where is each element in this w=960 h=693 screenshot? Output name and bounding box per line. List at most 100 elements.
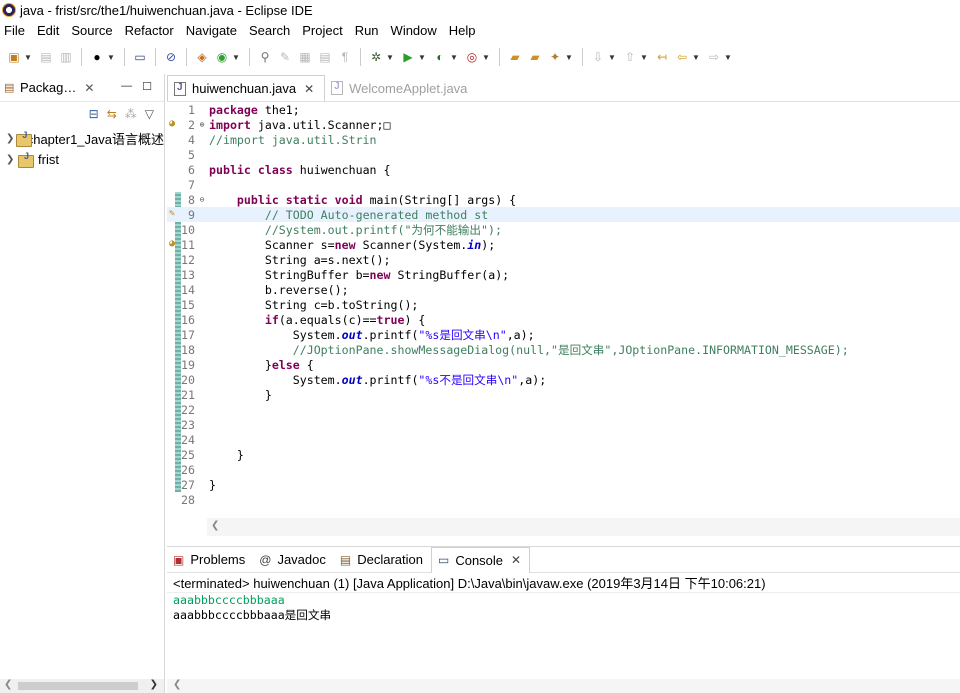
code-line[interactable]: 27} (167, 477, 960, 492)
code-line[interactable]: 16 if(a.equals(c)==true) { (167, 312, 960, 327)
code-line[interactable]: 22 (167, 402, 960, 417)
save-icon[interactable]: ▤ (38, 49, 54, 65)
close-icon[interactable]: ✕ (511, 553, 521, 567)
focus-icon[interactable]: ⁂ (125, 107, 137, 121)
menu-search[interactable]: Search (244, 23, 297, 38)
scroll-right-icon[interactable]: ❯ (150, 679, 158, 690)
profile-dropdown-icon[interactable]: ▼ (107, 53, 115, 62)
code-line[interactable]: 6 public class huiwenchuan { (167, 162, 960, 177)
code-line[interactable]: 8 ⊖ public static void main(String[] args… (167, 192, 960, 207)
external-tools-icon[interactable]: ◎ (464, 49, 480, 65)
code-line[interactable]: 17 System.out.printf("%s是回文串\n",a); (167, 327, 960, 342)
tab-problems[interactable]: ▣ Problems (167, 547, 253, 573)
word-wrap-icon[interactable]: ▦ (297, 49, 313, 65)
console-output[interactable]: aaabbbccccbbbaaa aaabbbccccbbbaaa是回文串 (167, 593, 960, 623)
code-line[interactable]: 2 ⊕ import java.util.Scanner;□ (167, 117, 960, 132)
code-line[interactable]: 28 (167, 492, 960, 507)
menu-project[interactable]: Project (297, 23, 349, 38)
code-line[interactable]: 1 package the1; (167, 102, 960, 117)
code-line[interactable]: 21 } (167, 387, 960, 402)
show-whitespace-icon[interactable]: ¶ (337, 49, 353, 65)
coverage-dropdown-icon[interactable]: ▼ (450, 53, 458, 62)
code-line[interactable]: 5 (167, 147, 960, 162)
close-icon[interactable]: ✕ (84, 81, 94, 95)
tab-declaration[interactable]: ▤ Declaration (334, 547, 431, 573)
close-icon[interactable]: ✕ (304, 82, 314, 96)
debug-icon[interactable]: ✲ (368, 49, 384, 65)
tree-item-frist[interactable]: ❯ frist (0, 149, 164, 170)
code-text-area[interactable]: 1 package the1; 2 ⊕ import java.util.Scanner… (167, 102, 960, 518)
minimize-icon[interactable]: — (121, 80, 132, 93)
code-line[interactable]: 11 Scanner s=new Scanner(System.in); (167, 237, 960, 252)
view-menu-icon[interactable]: ▽ (145, 107, 154, 121)
link-with-editor-icon[interactable]: ⇆ (107, 107, 117, 121)
code-line[interactable]: 13 StringBuffer b=new StringBuffer(a); (167, 267, 960, 282)
coverage-icon[interactable]: ◐ (432, 49, 448, 65)
code-line[interactable]: 23 (167, 417, 960, 432)
menu-help[interactable]: Help (444, 23, 483, 38)
tree-item-chapter1[interactable]: ❯ chapter1_Java语言概述 (0, 128, 164, 149)
back-icon[interactable]: ⇦ (674, 49, 690, 65)
tab-console[interactable]: ▭ Console ✕ (430, 546, 531, 573)
new-java-class-icon[interactable]: ◉ (214, 49, 230, 65)
last-edit-location-icon[interactable]: ↤ (654, 49, 670, 65)
tab-javadoc[interactable]: @ Javadoc (253, 547, 334, 573)
code-line[interactable]: 12 String a=s.next(); (167, 252, 960, 267)
block-select-icon[interactable]: ▤ (317, 49, 333, 65)
tab-huiwenchuan-java[interactable]: huiwenchuan.java ✕ (167, 75, 326, 101)
code-line[interactable]: 9 // TODO Auto-generated method st (167, 207, 960, 222)
horizontal-scrollbar[interactable]: ❮ ❯ (0, 679, 164, 693)
chevron-right-icon[interactable]: ❯ (6, 154, 16, 165)
warning-lightbulb-icon[interactable]: ◕ (169, 118, 181, 130)
run-dropdown-icon[interactable]: ▼ (418, 53, 426, 62)
menu-source[interactable]: Source (66, 23, 119, 38)
next-annotation-dropdown-icon[interactable]: ▼ (608, 53, 616, 62)
tab-welcomeapplet-java[interactable]: WelcomeApplet.java (325, 75, 477, 101)
forward-icon[interactable]: ⇨ (706, 49, 722, 65)
maximize-icon[interactable]: ☐ (142, 80, 152, 93)
skip-breakpoints-icon[interactable]: ⊘ (163, 49, 179, 65)
horizontal-scrollbar[interactable]: ❮ (207, 518, 960, 536)
code-line[interactable]: 4 //import java.util.Strin (167, 132, 960, 147)
expand-fold-icon[interactable]: ⊕ (197, 120, 207, 129)
open-folder-icon[interactable]: ▰ (507, 49, 523, 65)
new-java-package-icon[interactable]: ◈ (194, 49, 210, 65)
scroll-left-icon[interactable]: ❮ (4, 679, 12, 690)
menu-window[interactable]: Window (386, 23, 444, 38)
search-dropdown-icon[interactable]: ▼ (565, 53, 573, 62)
run-icon[interactable]: ▶ (400, 49, 416, 65)
tab-package-explorer[interactable]: ▤ Packag… ✕ (0, 74, 94, 102)
debug-dropdown-icon[interactable]: ▼ (386, 53, 394, 62)
search-flashlight-icon[interactable]: ✦ (547, 49, 563, 65)
code-line[interactable]: 15 String c=b.toString(); (167, 297, 960, 312)
horizontal-scrollbar[interactable]: ❮ (167, 679, 960, 693)
collapse-fold-icon[interactable]: ⊖ (197, 195, 207, 204)
scroll-left-icon[interactable]: ❮ (173, 679, 181, 690)
code-line[interactable]: 18 //JOptionPane.showMessageDialog(null,… (167, 342, 960, 357)
menu-navigate[interactable]: Navigate (181, 23, 244, 38)
code-line[interactable]: 7 (167, 177, 960, 192)
prev-annotation-icon[interactable]: ⇧ (622, 49, 638, 65)
new-dropdown-icon[interactable]: ▼ (24, 53, 32, 62)
chevron-right-icon[interactable]: ❯ (6, 133, 14, 144)
menu-run[interactable]: Run (350, 23, 386, 38)
code-line[interactable]: 10 //System.out.printf("为何不能输出"); (167, 222, 960, 237)
back-dropdown-icon[interactable]: ▼ (692, 53, 700, 62)
code-line[interactable]: 19 }else { (167, 357, 960, 372)
collapse-all-icon[interactable]: ⊟ (89, 107, 99, 121)
code-line[interactable]: 25 } (167, 447, 960, 462)
profile-icon[interactable]: ● (89, 49, 105, 65)
menu-refactor[interactable]: Refactor (120, 23, 181, 38)
next-annotation-icon[interactable]: ⇩ (590, 49, 606, 65)
new-icon[interactable]: ▣ (6, 49, 22, 65)
open-type-icon[interactable]: ⚲ (257, 49, 273, 65)
terminal-icon[interactable]: ▭ (132, 49, 148, 65)
forward-dropdown-icon[interactable]: ▼ (724, 53, 732, 62)
new-class-dropdown-icon[interactable]: ▼ (232, 53, 240, 62)
save-all-icon[interactable]: ▥ (58, 49, 74, 65)
external-tools-dropdown-icon[interactable]: ▼ (482, 53, 490, 62)
code-line[interactable]: 26 (167, 462, 960, 477)
menu-file[interactable]: File (0, 23, 32, 38)
code-line[interactable]: 24 (167, 432, 960, 447)
toggle-mark-icon[interactable]: ✎ (277, 49, 293, 65)
